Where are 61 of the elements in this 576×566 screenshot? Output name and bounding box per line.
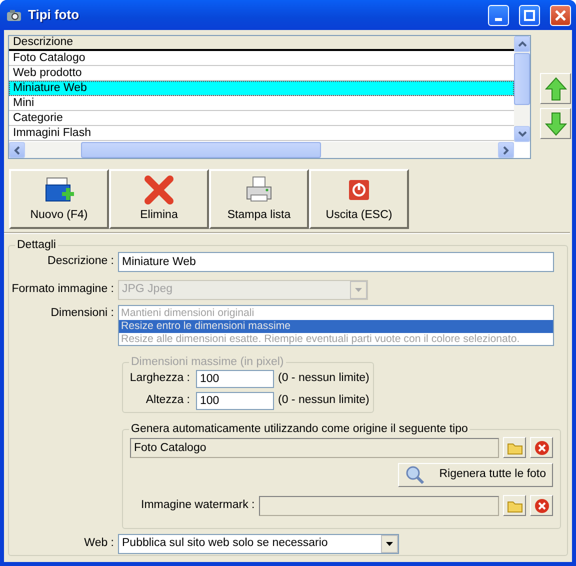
scrollbar-thumb[interactable] <box>514 53 530 105</box>
clear-icon <box>534 440 550 456</box>
toolbar-button[interactable]: Nuovo (F4) <box>9 169 109 229</box>
toolbar-button[interactable]: Elimina <box>109 169 209 229</box>
toolbar-button[interactable]: Uscita (ESC) <box>309 169 409 229</box>
field-label: Immagine watermark : <box>140 498 256 512</box>
minimize-button[interactable] <box>488 4 509 26</box>
dropdown-arrow-icon <box>386 542 393 546</box>
magnifier-icon <box>405 465 426 485</box>
web-dropdown[interactable]: Pubblica sul sito web solo se necessario <box>118 534 399 554</box>
chevron-down-icon <box>518 131 526 137</box>
field-label: Descrizione : <box>46 255 115 269</box>
close-icon <box>555 10 566 20</box>
folder-icon <box>506 498 522 512</box>
description-field[interactable]: Miniature Web <box>118 252 554 272</box>
move-up-button[interactable] <box>540 73 571 104</box>
scrollbar-thumb[interactable] <box>81 142 321 158</box>
scroll-right-button[interactable] <box>498 142 514 158</box>
column-header[interactable]: Descrizione <box>9 36 514 51</box>
list-row[interactable]: Immagini Flash <box>9 126 514 141</box>
chevron-up-icon <box>518 41 526 47</box>
scroll-left-button[interactable] <box>9 142 25 158</box>
folder-icon <box>506 440 522 454</box>
field-label: Formato immagine : <box>10 283 115 297</box>
arrow-down-icon <box>544 112 566 136</box>
group-title: Dettagli <box>16 238 57 252</box>
clear-button[interactable] <box>530 437 553 458</box>
hint-text: (0 - nessun limite) <box>277 394 370 408</box>
field-label: Altezza : <box>144 394 191 408</box>
camera-icon <box>6 8 22 22</box>
dropdown-arrow-icon <box>355 288 362 292</box>
browse-button[interactable] <box>503 437 526 458</box>
window-title: Tipi foto <box>28 7 80 23</box>
scroll-down-button[interactable] <box>514 126 530 142</box>
list-row[interactable]: Mini <box>9 96 514 111</box>
source-field[interactable]: Foto Catalogo <box>130 438 499 458</box>
delete-icon <box>144 175 174 206</box>
hint-text: (0 - nessun limite) <box>277 372 370 386</box>
minimize-icon <box>495 18 502 20</box>
watermark-field[interactable] <box>258 496 499 516</box>
chevron-right-icon <box>503 146 509 154</box>
field-label: Web : <box>83 537 115 551</box>
toolbar-button[interactable]: Stampa lista <box>209 169 309 229</box>
move-down-button[interactable] <box>540 108 571 139</box>
group-title: Dimensioni massime (in pixel) <box>130 355 285 369</box>
chevron-left-icon <box>14 146 20 154</box>
clear-icon <box>534 498 550 514</box>
maximize-button[interactable] <box>519 4 540 26</box>
arrow-up-icon <box>544 76 566 100</box>
list-row[interactable]: Foto Catalogo <box>9 51 514 66</box>
list-row[interactable]: Miniature Web <box>9 81 514 96</box>
group-title: Genera automaticamente utilizzando come origine il seguente tipo <box>130 422 469 436</box>
close-button[interactable] <box>550 4 571 26</box>
clear-button[interactable] <box>530 495 553 516</box>
list-row[interactable]: Categorie <box>9 111 514 126</box>
regenerate-button[interactable]: Rigenera tutte le foto <box>398 463 553 487</box>
maximize-icon <box>524 10 535 20</box>
field-label: Dimensioni : <box>50 306 115 321</box>
browse-button[interactable] <box>503 495 526 516</box>
scroll-up-button[interactable] <box>514 36 530 52</box>
field-label: Larghezza : <box>128 372 191 386</box>
